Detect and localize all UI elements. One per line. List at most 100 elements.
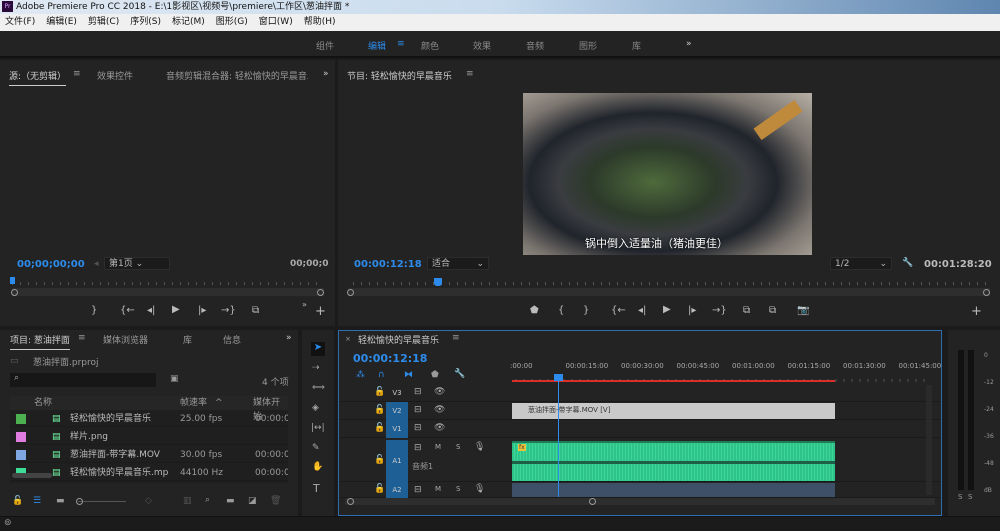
sync-lock-icon[interactable]: ⊟ — [414, 485, 422, 495]
video-clip[interactable]: 葱油拌面-带字幕.MOV [V] — [512, 403, 835, 419]
project-item[interactable]: ▤ 样片.png — [10, 429, 288, 445]
lock-icon[interactable]: 🔓 — [12, 496, 23, 506]
more-controls-icon[interactable]: » — [302, 300, 307, 309]
tab-audio-clip-mixer[interactable]: 音频剪辑混合器: 轻松愉快的早晨音乐 — [166, 69, 308, 82]
add-button-icon[interactable]: + — [971, 304, 982, 319]
tab-effect-controls[interactable]: 效果控件 — [97, 69, 133, 82]
sync-lock-icon[interactable]: ⊟ — [414, 405, 422, 415]
voiceover-mic-icon[interactable]: 🎙 — [474, 442, 485, 452]
go-to-out-icon[interactable]: →} — [712, 305, 727, 316]
vertical-scrollbar[interactable] — [926, 385, 932, 495]
tab-libraries[interactable]: 库 — [183, 333, 192, 346]
track-lock-icon[interactable]: 🔓 — [374, 484, 385, 494]
ripple-edit-tool-icon[interactable]: ⟺ — [312, 383, 325, 393]
new-item-icon[interactable]: ◪ — [248, 496, 257, 506]
fit-select[interactable]: 适合 ⌄ — [427, 257, 489, 270]
timeline-zoom-bar[interactable] — [345, 498, 935, 505]
menu-graphics[interactable]: 图形(G) — [216, 14, 248, 31]
menu-markers[interactable]: 标记(M) — [172, 14, 205, 31]
slip-tool-icon[interactable]: |↔| — [311, 423, 325, 433]
icon-view-icon[interactable]: ▬ — [56, 496, 65, 506]
play-icon[interactable]: ▶ — [663, 304, 671, 315]
menu-help[interactable]: 帮助(H) — [304, 14, 336, 31]
resolution-select[interactable]: 1/2 ⌄ — [830, 257, 892, 270]
source-ruler[interactable] — [12, 275, 324, 285]
mark-out-icon[interactable]: } — [583, 305, 589, 316]
column-name[interactable]: 名称 — [34, 396, 52, 410]
project-menu-icon[interactable]: ≡ — [78, 333, 86, 343]
workspace-color[interactable]: 颜色 — [421, 39, 439, 52]
mark-in-icon[interactable]: { — [558, 305, 564, 316]
close-sequence-icon[interactable]: × — [345, 335, 351, 343]
timeline-menu-icon[interactable]: ≡ — [452, 333, 460, 343]
project-more-button[interactable]: » — [286, 333, 292, 343]
workspace-libraries[interactable]: 库 — [632, 39, 641, 52]
workspace-editing[interactable]: 编辑 — [368, 39, 386, 52]
lift-icon[interactable]: ⧉ — [743, 305, 750, 316]
video-preview[interactable]: 锅中倒入适量油（猪油更佳） — [523, 93, 812, 255]
workspace-effects[interactable]: 效果 — [473, 39, 491, 52]
timeline-settings-wrench-icon[interactable]: 🔧 — [454, 369, 465, 379]
pen-tool-icon[interactable]: ✎ — [312, 443, 320, 453]
tab-project[interactable]: 项目: 葱油拌面 — [10, 333, 70, 350]
workspace-graphics[interactable]: 图形 — [579, 39, 597, 52]
track-target-v1[interactable]: V1 — [386, 420, 408, 438]
list-view-icon[interactable]: ☰ — [33, 496, 41, 506]
find-icon[interactable]: ⌕ — [205, 495, 210, 505]
sync-lock-icon[interactable]: ⊟ — [414, 443, 422, 453]
program-zoom-bar[interactable] — [348, 288, 990, 296]
nest-icon[interactable]: ⁂ — [356, 370, 365, 380]
audio-clip-a1[interactable]: fx — [512, 441, 835, 481]
find-bin-icon[interactable]: ▣ — [170, 374, 179, 384]
page-select[interactable]: 第1页 ⌄ — [104, 257, 170, 270]
add-marker-icon[interactable]: ⬟ — [431, 370, 439, 380]
track-target-a2[interactable]: A2 — [386, 482, 408, 498]
audio-clip-a2[interactable] — [512, 483, 835, 497]
clear-trash-icon[interactable]: 🗑 — [270, 496, 281, 506]
selection-tool-icon[interactable]: ➤ — [311, 342, 325, 356]
sync-lock-icon[interactable]: ⊟ — [414, 387, 422, 397]
timeline-timecode[interactable]: 00:00:12:18 — [353, 352, 427, 365]
step-forward-icon[interactable]: |▸ — [688, 305, 696, 316]
tab-media-browser[interactable]: 媒体浏览器 — [103, 333, 148, 346]
source-zoom-bar[interactable] — [12, 288, 324, 296]
insert-icon[interactable]: ⧉ — [252, 305, 259, 316]
hand-tool-icon[interactable]: ✋ — [312, 462, 323, 472]
toggle-output-eye-icon[interactable]: 👁 — [434, 423, 445, 433]
horizontal-scrollbar[interactable] — [12, 473, 52, 478]
add-button-icon[interactable]: + — [315, 304, 326, 319]
solo-button[interactable]: S — [456, 443, 460, 451]
go-to-in-icon[interactable]: {← — [611, 305, 626, 316]
linked-selection-icon[interactable]: ⧓ — [404, 370, 413, 380]
play-icon[interactable]: ▶ — [172, 304, 180, 315]
program-timecode[interactable]: 00:00:12:18 — [354, 259, 422, 270]
tab-program[interactable]: 节目: 轻松愉快的早晨音乐 — [347, 69, 452, 82]
track-lock-icon[interactable]: 🔓 — [374, 405, 385, 415]
step-back-icon[interactable]: ◂| — [147, 305, 155, 316]
label-color-swatch[interactable] — [16, 414, 26, 424]
menu-clip[interactable]: 剪辑(C) — [88, 14, 119, 31]
zoom-handle-right[interactable] — [983, 289, 990, 296]
zoom-handle-left[interactable] — [11, 289, 18, 296]
project-search-input[interactable]: ⌕ — [10, 373, 156, 387]
project-item[interactable]: ▤ 轻松愉快的早晨音乐 25.00 fps 00:00:0 — [10, 411, 288, 427]
track-lock-icon[interactable]: 🔓 — [374, 423, 385, 433]
voiceover-mic-icon[interactable]: 🎙 — [474, 484, 485, 494]
export-frame-camera-icon[interactable]: 📷 — [797, 305, 809, 316]
step-back-icon[interactable]: ◂| — [638, 305, 646, 316]
step-forward-icon[interactable]: |▸ — [198, 305, 206, 316]
project-item[interactable]: ▤ 葱油拌面-带字幕.MOV 30.00 fps 00:00:0 — [10, 447, 288, 463]
workspace-menu-icon[interactable]: ≡ — [397, 39, 405, 49]
label-color-swatch[interactable] — [16, 450, 26, 460]
tab-source[interactable]: 源:（无剪辑） — [9, 69, 67, 86]
track-target-v3[interactable]: V3 — [386, 384, 408, 402]
zoom-handle-right[interactable] — [589, 498, 596, 505]
timeline-playhead[interactable] — [554, 374, 563, 497]
zoom-slider[interactable] — [78, 501, 126, 502]
zoom-handle-left[interactable] — [347, 498, 354, 505]
menu-window[interactable]: 窗口(W) — [259, 14, 293, 31]
sort-icon[interactable]: ◇ — [145, 496, 152, 506]
program-menu-icon[interactable]: ≡ — [466, 69, 474, 79]
automate-to-sequence-icon[interactable]: ▥ — [183, 496, 192, 506]
razor-tool-icon[interactable]: ◈ — [312, 403, 319, 413]
